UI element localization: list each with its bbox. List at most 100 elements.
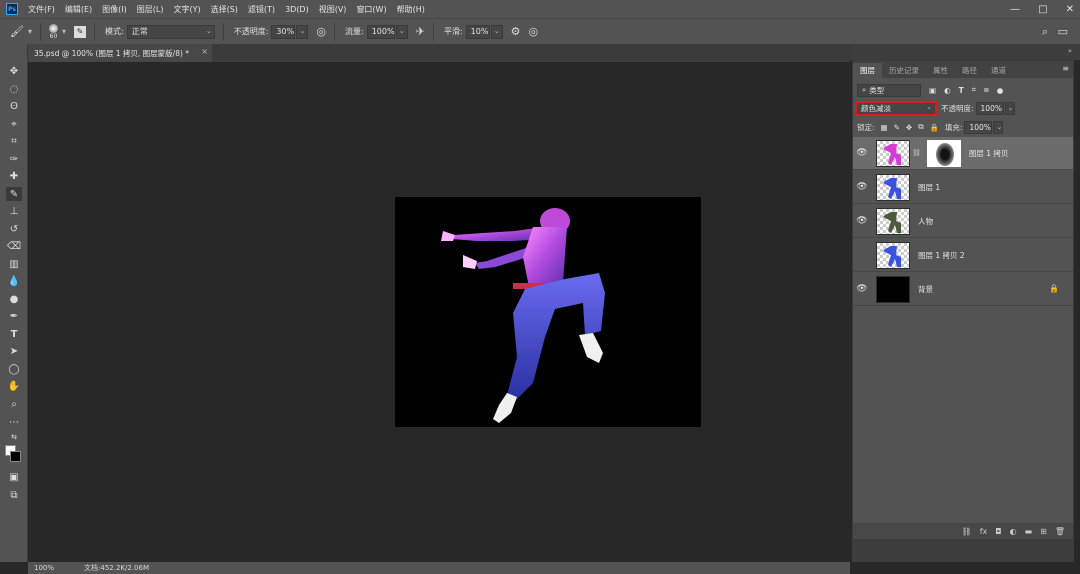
smooth-input[interactable]: 10%	[465, 24, 490, 39]
tab-paths[interactable]: 路径	[955, 63, 984, 78]
menu-filter[interactable]: 滤镜(T)	[248, 4, 275, 15]
path-selection-tool-icon[interactable]: ➤	[6, 344, 22, 358]
quick-mask-icon[interactable]: ▣	[6, 470, 22, 484]
lock-image-pixels-icon[interactable]: ✎	[894, 123, 900, 132]
screen-mode-icon[interactable]: ⧉	[6, 488, 22, 502]
eraser-tool-icon[interactable]: ⌫	[6, 239, 22, 253]
brush-tool-icon[interactable]: 🖌	[10, 25, 24, 38]
visibility-eye-icon[interactable]: 👁	[853, 182, 871, 192]
filter-adjustment-icon[interactable]: ◐	[944, 86, 951, 95]
quick-selection-tool-icon[interactable]: ⌖	[6, 117, 22, 131]
tab-properties[interactable]: 属性	[926, 63, 955, 78]
pressure-opacity-icon[interactable]: ◎	[316, 25, 326, 38]
menu-3d[interactable]: 3D(D)	[285, 5, 309, 14]
lock-all-icon[interactable]: 🔒	[930, 123, 939, 132]
new-group-icon[interactable]: ▬	[1025, 527, 1033, 536]
brush-tool-icon[interactable]: ✎	[6, 187, 22, 201]
layer-name[interactable]: 图层 1	[918, 182, 940, 193]
crop-tool-icon[interactable]: ⌗	[6, 134, 22, 148]
minimize-button[interactable]: —	[1010, 4, 1020, 15]
layer-mask-thumbnail[interactable]	[926, 139, 961, 167]
smoothing-options-gear-icon[interactable]: ⚙	[511, 25, 521, 38]
filter-shape-icon[interactable]: ⌗	[972, 85, 976, 95]
lock-position-icon[interactable]: ✥	[906, 123, 912, 132]
opacity-slider-toggle[interactable]: ⌄	[296, 24, 309, 39]
airbrush-icon[interactable]: ✈	[416, 25, 425, 38]
lock-transparent-pixels-icon[interactable]: ▦	[881, 123, 888, 132]
layer-style-icon[interactable]: fx	[980, 527, 988, 536]
layer-name[interactable]: 图层 1 拷贝	[969, 148, 1009, 159]
menu-select[interactable]: 选择(S)	[211, 4, 238, 15]
flow-input[interactable]: 100%	[366, 24, 395, 39]
visibility-off-icon[interactable]: 👁	[853, 250, 871, 260]
fill-slider-toggle[interactable]: ⌄	[993, 120, 1004, 134]
lasso-tool-icon[interactable]: ʘ	[6, 99, 22, 113]
filter-toggle-icon[interactable]: ●	[997, 86, 1004, 95]
marquee-tool-icon[interactable]: ◌	[6, 82, 22, 96]
visibility-eye-icon[interactable]: 👁	[853, 216, 871, 226]
link-layers-icon[interactable]: ⛓	[962, 527, 972, 536]
layer-name[interactable]: 人物	[918, 216, 933, 227]
opacity-input[interactable]: 30%	[271, 24, 296, 39]
document-info[interactable]: 文档:452.2K/2.06M	[84, 563, 149, 573]
flow-slider-toggle[interactable]: ⌄	[395, 24, 408, 39]
new-layer-icon[interactable]: ⊞	[1040, 527, 1047, 536]
zoom-tool-icon[interactable]: ⌕	[6, 397, 22, 411]
filter-type-icon[interactable]: T	[959, 86, 964, 95]
blur-tool-icon[interactable]: 💧	[6, 274, 22, 288]
layer-row[interactable]: 👁 图层 1	[853, 171, 1073, 204]
close-icon[interactable]: ×	[201, 47, 208, 56]
close-window-button[interactable]: ✕	[1066, 4, 1074, 15]
filter-smart-object-icon[interactable]: ⧈	[984, 85, 989, 95]
document-tab[interactable]: 35.psd @ 100% (图层 1 拷贝, 图层蒙版/8) * ×	[28, 44, 212, 62]
move-tool-icon[interactable]: ✥	[6, 64, 22, 78]
brush-picker-chevron-icon[interactable]: ▾	[62, 27, 66, 36]
more-tools-icon[interactable]: ⋯	[6, 415, 22, 429]
tab-layers[interactable]: 图层	[853, 63, 882, 78]
history-brush-tool-icon[interactable]: ↺	[6, 222, 22, 236]
layer-opacity-input[interactable]: 100%	[975, 101, 1004, 115]
panel-menu-icon[interactable]: ≡	[1062, 64, 1069, 73]
filter-pixel-icon[interactable]: ▣	[929, 86, 936, 95]
eyedropper-tool-icon[interactable]: ✑	[6, 152, 22, 166]
background-color-swatch[interactable]	[10, 451, 21, 462]
menu-file[interactable]: 文件(F)	[28, 4, 55, 15]
menu-image[interactable]: 图像(I)	[102, 4, 127, 15]
mode-select[interactable]: 正常 ⌄	[126, 24, 215, 39]
layer-name[interactable]: 背景	[918, 284, 933, 295]
layer-row[interactable]: 👁 人物	[853, 205, 1073, 238]
zoom-level[interactable]: 100%	[34, 564, 54, 572]
tab-history[interactable]: 历史记录	[882, 63, 926, 78]
layer-name[interactable]: 图层 1 拷贝 2	[918, 250, 965, 261]
maximize-button[interactable]: □	[1038, 4, 1047, 15]
filter-kind-select[interactable]: ⌕ 类型	[857, 83, 921, 97]
add-mask-icon[interactable]: ◘	[995, 527, 1001, 536]
swap-colors-icon[interactable]: ⇆	[6, 430, 22, 444]
smooth-slider-toggle[interactable]: ⌄	[490, 24, 503, 39]
type-tool-icon[interactable]: T	[6, 327, 22, 341]
collapse-panels-icon[interactable]: »	[1068, 47, 1072, 55]
brush-settings-icon[interactable]: ✎	[74, 25, 86, 38]
workspace-switcher-icon[interactable]: ▭	[1058, 25, 1068, 38]
menu-type[interactable]: 文字(Y)	[173, 4, 200, 15]
clone-stamp-tool-icon[interactable]: ⊥	[6, 204, 22, 218]
menu-window[interactable]: 窗口(W)	[356, 4, 386, 15]
pressure-size-icon[interactable]: ◎	[529, 25, 539, 38]
document-canvas[interactable]	[395, 197, 701, 427]
layer-row[interactable]: 👁 背景 🔒	[853, 273, 1073, 306]
menu-layer[interactable]: 图层(L)	[137, 4, 164, 15]
visibility-eye-icon[interactable]: 👁	[853, 284, 871, 294]
layer-row[interactable]: 👁 图层 1 拷贝 2	[853, 239, 1073, 272]
fill-input[interactable]: 100%	[964, 120, 993, 134]
healing-brush-tool-icon[interactable]: ✚	[6, 169, 22, 183]
menu-view[interactable]: 视图(V)	[319, 4, 347, 15]
visibility-eye-icon[interactable]: 👁	[853, 148, 871, 158]
tab-channels[interactable]: 通道	[984, 63, 1013, 78]
adjustment-layer-icon[interactable]: ◐	[1010, 527, 1017, 536]
layer-opacity-slider-toggle[interactable]: ⌄	[1004, 101, 1015, 115]
search-icon[interactable]: ⌕	[1042, 25, 1048, 39]
layer-row[interactable]: 👁 ⛓ 图层 1 拷贝	[853, 137, 1073, 170]
mask-link-icon[interactable]: ⛓	[912, 149, 921, 157]
pen-tool-icon[interactable]: ✒	[6, 309, 22, 323]
tool-preset-chevron-icon[interactable]: ▾	[28, 27, 32, 36]
